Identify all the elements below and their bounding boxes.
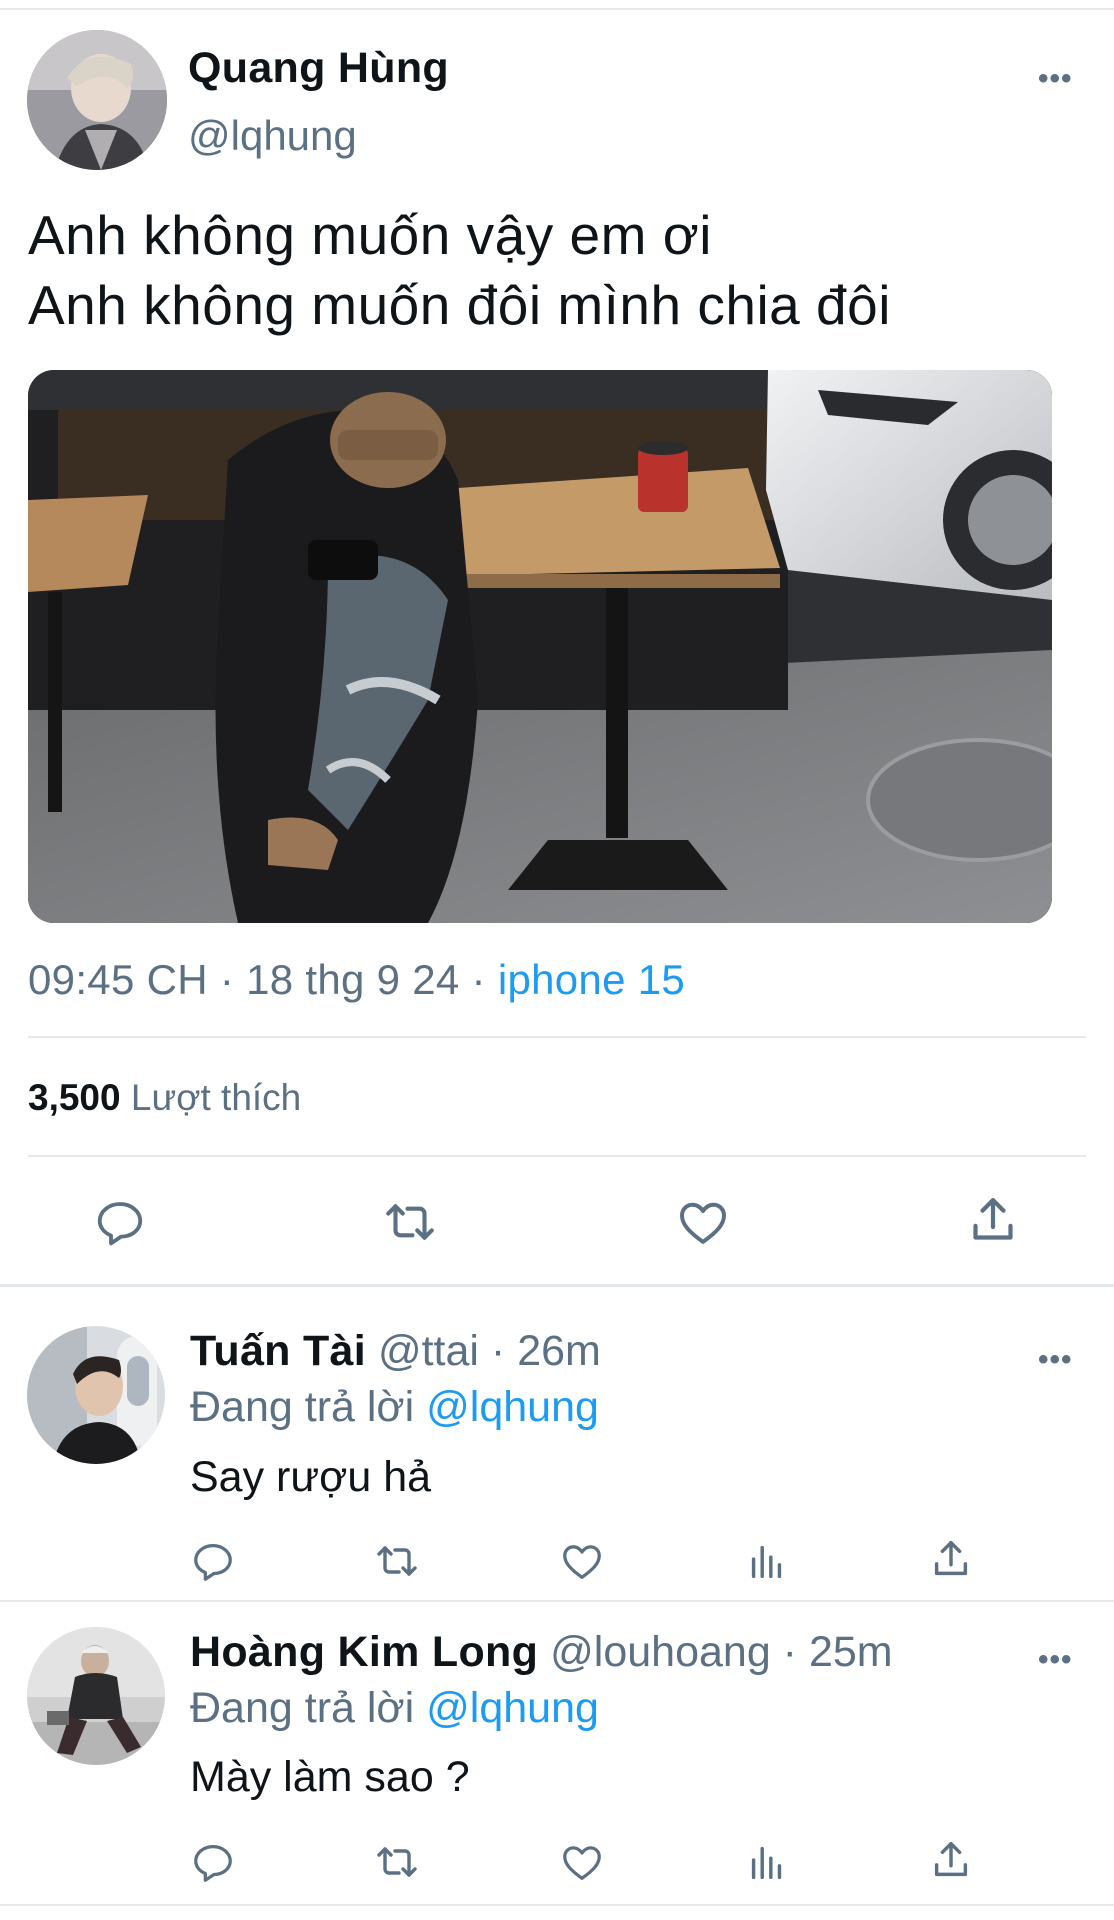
author-avatar[interactable] xyxy=(27,30,167,170)
top-divider xyxy=(0,8,1114,10)
reply-time[interactable]: 26m xyxy=(517,1327,601,1375)
analytics-button[interactable] xyxy=(742,1536,792,1586)
like-button[interactable] xyxy=(673,1192,733,1252)
meta-separator: · xyxy=(478,1327,518,1375)
share-button[interactable] xyxy=(963,1190,1023,1250)
section-divider xyxy=(0,1284,1114,1287)
divider xyxy=(0,1600,1114,1602)
reply-icon xyxy=(97,1202,143,1246)
meta-separator: · xyxy=(770,1628,809,1676)
reply-text: Say rượu hả xyxy=(190,1453,432,1501)
reply-icon xyxy=(194,1544,232,1581)
like-icon xyxy=(680,1202,726,1244)
divider xyxy=(0,1904,1114,1906)
more-options-icon[interactable]: ••• xyxy=(1038,1343,1073,1377)
replying-label: Đang trả lời xyxy=(190,1684,415,1732)
analytics-button[interactable] xyxy=(742,1837,792,1887)
replying-to: Đang trả lời @lqhung xyxy=(190,1383,599,1432)
reply-author-handle[interactable]: @ttai xyxy=(378,1327,479,1375)
retweet-button[interactable] xyxy=(380,1192,440,1252)
more-options-icon[interactable]: ••• xyxy=(1038,1643,1073,1677)
reply-button[interactable] xyxy=(188,1837,238,1887)
reply-author-name[interactable]: Tuấn Tài xyxy=(190,1327,366,1375)
replying-label: Đang trả lời xyxy=(190,1383,415,1431)
meta-separator: · xyxy=(207,956,247,1003)
reply-avatar[interactable] xyxy=(27,1627,165,1765)
share-icon xyxy=(934,1540,968,1576)
reply-author-name[interactable]: Hoàng Kim Long xyxy=(190,1628,538,1676)
reply-header: Hoàng Kim Long @louhoang · 25m xyxy=(190,1628,893,1677)
replying-mention[interactable]: @lqhung xyxy=(426,1383,599,1431)
reply-icon xyxy=(194,1845,232,1882)
tweet-text: Anh không muốn vậy em ơi Anh không muốn … xyxy=(28,200,891,340)
tweet-text-line: Anh không muốn đôi mình chia đôi xyxy=(28,274,891,336)
tweet-source-link[interactable]: iphone 15 xyxy=(498,956,685,1003)
likes-label: Lượt thích xyxy=(130,1077,302,1118)
tweet-text-line: Anh không muốn vậy em ơi xyxy=(28,204,712,266)
reply-header: Tuấn Tài @ttai · 26m xyxy=(190,1327,601,1376)
share-button[interactable] xyxy=(926,1534,976,1584)
share-icon xyxy=(973,1198,1013,1240)
likes-count[interactable]: 3,500 Lượt thích xyxy=(28,1077,301,1119)
like-button[interactable] xyxy=(557,1536,607,1586)
like-button[interactable] xyxy=(557,1837,607,1887)
tweet-time: 09:45 CH xyxy=(28,956,208,1003)
reply-avatar[interactable] xyxy=(27,1326,165,1464)
reply-button[interactable] xyxy=(90,1192,150,1252)
author-name[interactable]: Quang Hùng xyxy=(188,44,449,93)
retweet-icon xyxy=(377,1847,417,1877)
tweet-meta: 09:45 CH · 18 thg 9 24 · iphone 15 xyxy=(28,956,685,1004)
share-button[interactable] xyxy=(926,1835,976,1885)
like-icon xyxy=(563,1846,601,1880)
meta-separator: · xyxy=(459,956,498,1003)
author-handle[interactable]: @lqhung xyxy=(188,112,357,160)
analytics-icon xyxy=(751,1545,782,1579)
retweet-button[interactable] xyxy=(372,1536,422,1586)
replying-mention[interactable]: @lqhung xyxy=(426,1684,599,1732)
reply-text: Mày làm sao ? xyxy=(190,1753,470,1801)
like-icon xyxy=(563,1545,601,1579)
retweet-icon xyxy=(377,1546,417,1576)
divider xyxy=(28,1036,1086,1038)
more-options-icon[interactable]: ••• xyxy=(1038,62,1073,96)
retweet-button[interactable] xyxy=(372,1837,422,1887)
likes-number: 3,500 xyxy=(28,1077,121,1118)
retweet-icon xyxy=(386,1204,434,1240)
divider xyxy=(28,1155,1086,1157)
share-icon xyxy=(934,1841,968,1877)
replying-to: Đang trả lời @lqhung xyxy=(190,1684,599,1733)
tweet-date: 18 thg 9 24 xyxy=(246,956,460,1003)
reply-author-handle[interactable]: @louhoang xyxy=(550,1628,771,1676)
reply-button[interactable] xyxy=(188,1536,238,1586)
reply-time[interactable]: 25m xyxy=(809,1628,893,1676)
analytics-icon xyxy=(751,1846,782,1880)
tweet-photo[interactable] xyxy=(28,370,1052,923)
